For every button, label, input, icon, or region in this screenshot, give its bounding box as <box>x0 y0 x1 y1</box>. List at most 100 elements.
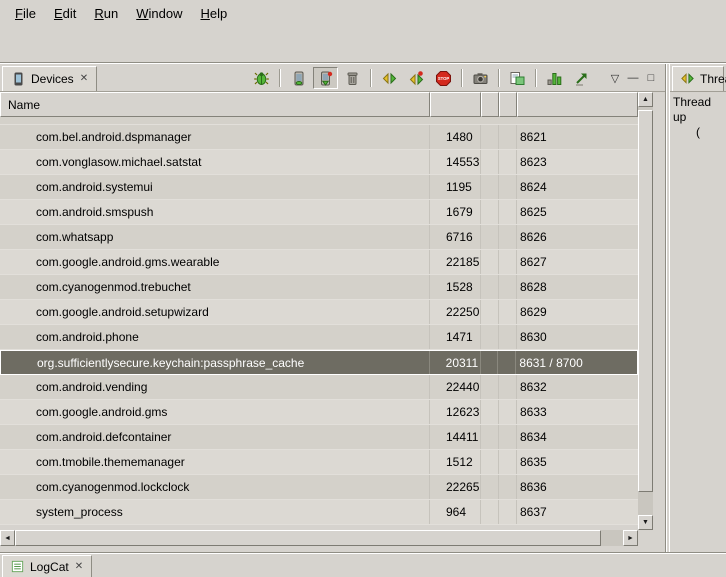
dump-hprof-icon[interactable] <box>313 67 338 89</box>
process-pid: 14553 <box>430 150 481 174</box>
vertical-scrollbar[interactable]: ▲ ▼ <box>638 92 653 530</box>
table-row[interactable]: com.android.vending 22440 8632 <box>0 375 638 400</box>
column-header-port[interactable] <box>517 92 638 117</box>
svg-text:STOP: STOP <box>438 76 450 81</box>
table-row[interactable]: org.sufficientlysecure.keychain:passphra… <box>0 350 638 375</box>
menu-file[interactable]: File <box>6 3 45 24</box>
process-name: com.google.android.setupwizard <box>0 300 430 324</box>
process-pid: 14411 <box>430 425 481 449</box>
process-name: com.android.phone <box>0 325 430 349</box>
threads-message-line2: ( <box>673 125 726 140</box>
process-port: 8633 <box>517 400 638 424</box>
process-port: 8624 <box>517 175 638 199</box>
process-name: com.android.smspush <box>0 200 430 224</box>
device-table-header: Name <box>0 92 638 117</box>
devices-toolbar: STOP <box>249 67 663 89</box>
process-port: 8635 <box>517 450 638 474</box>
scroll-left-icon[interactable]: ◄ <box>0 530 15 546</box>
device-table-body: com.bel.android.dspmanager 1480 8621 com… <box>0 117 638 530</box>
column-header-pid[interactable] <box>430 92 481 117</box>
process-pid: 6716 <box>430 225 481 249</box>
system-report-icon[interactable] <box>505 67 530 89</box>
threads-message: Thread up ( <box>670 92 726 140</box>
row-spacer-2 <box>498 351 516 374</box>
cause-gc-icon[interactable] <box>340 67 365 89</box>
process-name: com.android.systemui <box>0 175 430 199</box>
screen-capture-icon[interactable] <box>468 67 493 89</box>
row-spacer-2 <box>499 200 517 224</box>
menu-run[interactable]: Run <box>85 3 127 24</box>
table-row[interactable]: com.android.phone 1471 8630 <box>0 325 638 350</box>
table-row[interactable]: system_process 964 8637 <box>0 500 638 525</box>
row-spacer-1 <box>481 300 499 324</box>
process-name: com.tmobile.thememanager <box>0 450 430 474</box>
row-spacer-1 <box>481 250 499 274</box>
toolbar-separator <box>498 69 500 87</box>
process-port: 8632 <box>517 375 638 399</box>
scroll-right-icon[interactable]: ► <box>623 530 638 546</box>
table-row[interactable]: com.google.android.gms.wearable 22185 86… <box>0 250 638 275</box>
threads-icon <box>680 71 695 86</box>
process-pid: 22250 <box>430 300 481 324</box>
minimize-icon[interactable]: — <box>624 72 642 84</box>
process-pid: 1528 <box>430 275 481 299</box>
process-port: 8626 <box>517 225 638 249</box>
scroll-down-icon[interactable]: ▼ <box>638 515 653 530</box>
column-header-name[interactable]: Name <box>0 92 430 117</box>
toolbar-separator <box>461 69 463 87</box>
hierarchy-view-icon[interactable] <box>542 67 567 89</box>
process-name: com.cyanogenmod.lockclock <box>0 475 430 499</box>
table-row[interactable]: com.google.android.setupwizard 22250 862… <box>0 300 638 325</box>
table-row[interactable]: com.tmobile.thememanager 1512 8635 <box>0 450 638 475</box>
vertical-scroll-thumb[interactable] <box>638 110 653 492</box>
process-pid: 1195 <box>430 175 481 199</box>
row-spacer-2 <box>499 125 517 149</box>
maximize-icon[interactable]: □ <box>642 72 660 84</box>
close-icon[interactable]: ✕ <box>74 561 84 572</box>
row-spacer-2 <box>499 250 517 274</box>
process-name: org.sufficientlysecure.keychain:passphra… <box>1 351 430 374</box>
method-profiling-icon[interactable] <box>404 67 429 89</box>
row-spacer-2 <box>499 475 517 499</box>
stop-process-icon[interactable]: STOP <box>431 67 456 89</box>
tab-devices-label: Devices <box>31 72 74 86</box>
row-spacer-1 <box>481 425 499 449</box>
table-row[interactable]: com.android.systemui 1195 8624 <box>0 175 638 200</box>
refresh-views-icon[interactable] <box>569 67 594 89</box>
row-spacer-1 <box>481 450 499 474</box>
tab-logcat[interactable]: LogCat ✕ <box>2 555 92 577</box>
process-port: 8628 <box>517 275 638 299</box>
table-row[interactable]: com.android.defcontainer 14411 8634 <box>0 425 638 450</box>
close-icon[interactable]: ✕ <box>79 73 89 84</box>
tab-threads[interactable]: Threads <box>672 66 724 91</box>
process-port: 8637 <box>517 500 638 524</box>
table-row[interactable]: com.android.smspush 1679 8625 <box>0 200 638 225</box>
ddms-window: File Edit Run Window Help Devices ✕ <box>0 0 726 577</box>
row-spacer-1 <box>481 475 499 499</box>
debug-process-icon[interactable] <box>249 67 274 89</box>
menu-help[interactable]: Help <box>191 3 236 24</box>
table-row[interactable]: com.whatsapp 6716 8626 <box>0 225 638 250</box>
process-name: com.google.android.gms <box>0 400 430 424</box>
menu-window[interactable]: Window <box>127 3 191 24</box>
table-row[interactable]: com.bel.android.dspmanager 1480 8621 <box>0 125 638 150</box>
update-threads-icon[interactable] <box>377 67 402 89</box>
table-row[interactable]: com.cyanogenmod.lockclock 22265 8636 <box>0 475 638 500</box>
table-row[interactable]: com.vonglasow.michael.satstat 14553 8623 <box>0 150 638 175</box>
tab-devices[interactable]: Devices ✕ <box>2 66 97 91</box>
menu-edit[interactable]: Edit <box>45 3 85 24</box>
process-name: com.vonglasow.michael.satstat <box>0 150 430 174</box>
row-spacer-1 <box>481 351 499 374</box>
row-spacer-2 <box>499 425 517 449</box>
view-menu-icon[interactable]: ▽ <box>606 72 624 85</box>
column-header-spacer-2 <box>499 92 517 117</box>
process-name: com.bel.android.dspmanager <box>0 125 430 149</box>
row-spacer-2 <box>499 375 517 399</box>
table-row[interactable]: com.google.android.gms 12623 8633 <box>0 400 638 425</box>
threads-message-line1: Thread up <box>673 95 726 125</box>
horizontal-scrollbar[interactable]: ◄ ► <box>0 530 638 546</box>
scroll-up-icon[interactable]: ▲ <box>638 92 653 107</box>
horizontal-scroll-thumb[interactable] <box>15 530 601 546</box>
table-row[interactable]: com.cyanogenmod.trebuchet 1528 8628 <box>0 275 638 300</box>
update-heap-icon[interactable] <box>286 67 311 89</box>
